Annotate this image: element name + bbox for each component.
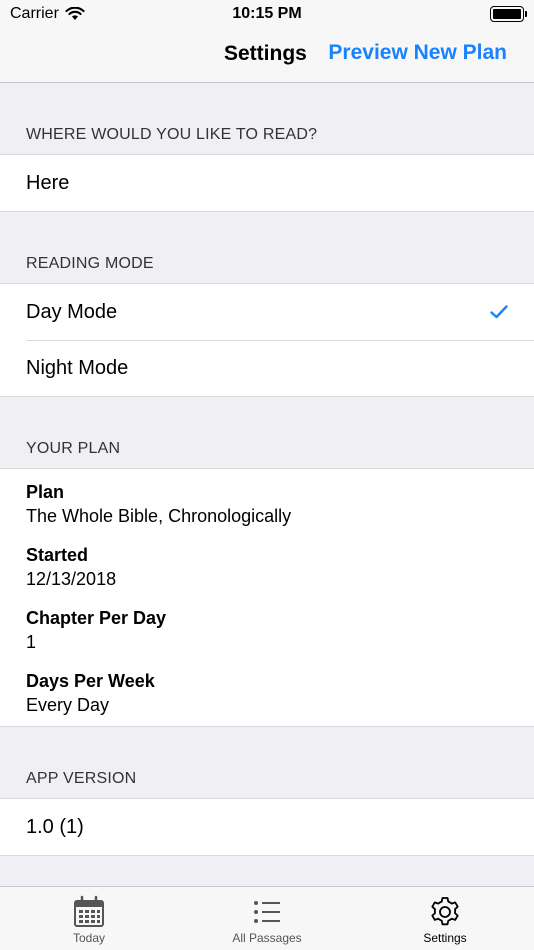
tab-settings-label: Settings <box>423 931 467 945</box>
section-header-location: WHERE WOULD YOU LIKE TO READ? <box>0 83 534 155</box>
tab-bar: Today All Passages Settings <box>0 886 534 950</box>
location-value: Here <box>26 171 70 194</box>
checkmark-icon <box>490 305 508 319</box>
chapter-per-day-value: 1 <box>26 632 37 652</box>
tab-today[interactable]: Today <box>0 887 178 950</box>
gear-icon <box>431 897 459 926</box>
chapter-per-day-detail: Chapter Per Day 1 <box>26 606 508 655</box>
section-header-reading-mode: READING MODE <box>0 212 534 284</box>
settings-list: WHERE WOULD YOU LIKE TO READ? Here READI… <box>0 83 534 856</box>
plan-value: The Whole Bible, Chronologically <box>26 506 292 526</box>
wifi-icon <box>65 7 85 20</box>
location-cell[interactable]: Here <box>0 155 534 211</box>
started-label: Started <box>26 545 89 565</box>
app-version-group: 1.0 (1) <box>0 799 534 856</box>
location-group: Here <box>0 155 534 212</box>
carrier-label: Carrier <box>10 5 59 22</box>
page-title: Settings <box>224 42 307 65</box>
plan-detail: Plan The Whole Bible, Chronologically <box>26 480 508 529</box>
preview-new-plan-button[interactable]: Preview New Plan <box>328 41 507 65</box>
plan-label: Plan <box>26 482 65 502</box>
app-version-value: 1.0 (1) <box>26 815 84 838</box>
carrier-info: Carrier <box>10 5 85 23</box>
day-mode-option[interactable]: Day Mode <box>0 284 534 340</box>
tab-today-label: Today <box>72 931 106 945</box>
days-per-week-value: Every Day <box>26 695 110 715</box>
night-mode-option[interactable]: Night Mode <box>0 340 534 396</box>
list-icon <box>254 901 280 923</box>
app-version-cell: 1.0 (1) <box>0 799 534 855</box>
section-header-plan: YOUR PLAN <box>0 397 534 469</box>
chapter-per-day-label: Chapter Per Day <box>26 608 167 628</box>
calendar-icon <box>74 895 104 927</box>
days-per-week-label: Days Per Week <box>26 671 155 691</box>
section-header-app-version: APP VERSION <box>0 727 534 799</box>
reading-mode-group: Day Mode Night Mode <box>0 284 534 397</box>
battery-icon <box>490 6 527 22</box>
started-detail: Started 12/13/2018 <box>26 543 508 592</box>
plan-details: Plan The Whole Bible, Chronologically St… <box>0 469 534 727</box>
tab-all-passages-label: All Passages <box>232 931 302 945</box>
tab-all-passages[interactable]: All Passages <box>178 887 356 950</box>
day-mode-label: Day Mode <box>26 300 118 323</box>
status-bar: Carrier 10:15 PM <box>0 0 534 28</box>
navigation-bar: Settings Preview New Plan <box>0 28 534 83</box>
night-mode-label: Night Mode <box>26 356 129 379</box>
tab-settings[interactable]: Settings <box>356 887 534 950</box>
started-value: 12/13/2018 <box>26 569 117 589</box>
days-per-week-detail: Days Per Week Every Day <box>26 669 508 718</box>
